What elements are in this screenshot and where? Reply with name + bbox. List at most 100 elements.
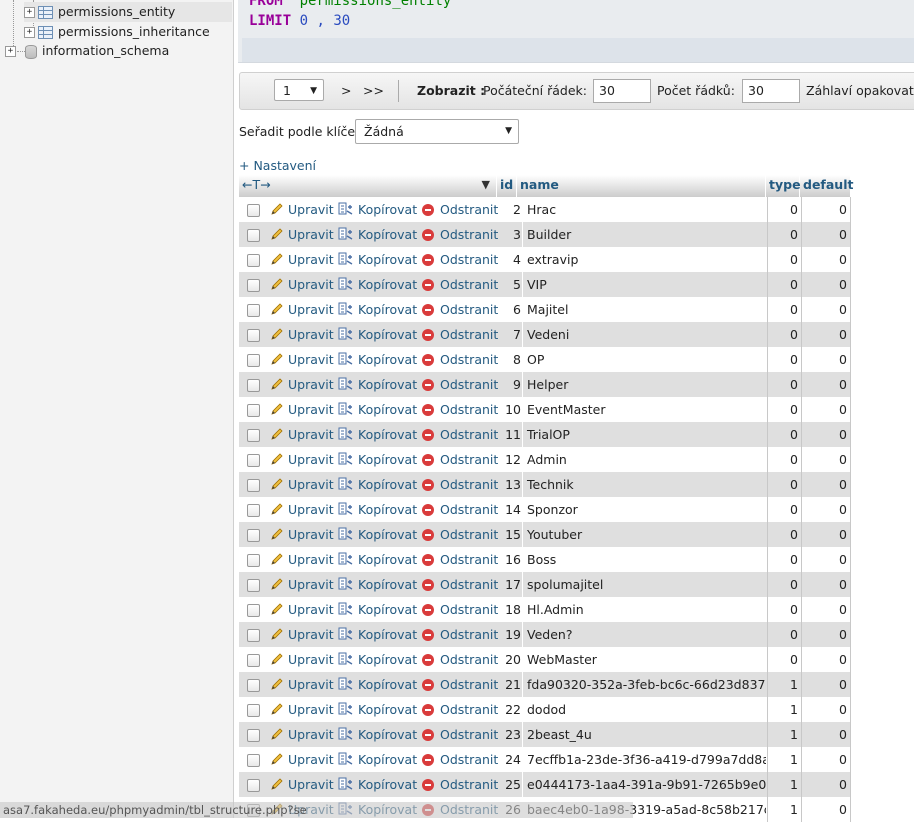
delete-row-link[interactable]: Odstranit [422, 497, 498, 522]
edit-row-link[interactable]: Upravit [270, 497, 334, 522]
cell-name[interactable]: Builder [522, 222, 766, 247]
expand-icon[interactable]: + [24, 27, 35, 38]
copy-row-link[interactable]: Kopírovat [338, 372, 417, 397]
copy-row-link[interactable]: Kopírovat [338, 697, 417, 722]
cell-id[interactable]: 8 [501, 347, 521, 372]
row-checkbox[interactable] [247, 304, 260, 317]
expand-icon[interactable]: + [5, 46, 16, 57]
cell-id[interactable]: 7 [501, 322, 521, 347]
cell-type[interactable]: 0 [767, 222, 801, 247]
row-checkbox[interactable] [247, 279, 260, 292]
cell-default[interactable]: 0 [801, 197, 851, 222]
delete-row-link[interactable]: Odstranit [422, 772, 498, 797]
cell-name[interactable]: Boss [522, 547, 766, 572]
row-checkbox[interactable] [247, 679, 260, 692]
column-header-id[interactable]: id [497, 175, 517, 197]
delete-row-link[interactable]: Odstranit [422, 247, 498, 272]
copy-row-link[interactable]: Kopírovat [338, 397, 417, 422]
cell-type[interactable]: 0 [767, 347, 801, 372]
cell-default[interactable]: 0 [801, 322, 851, 347]
cell-default[interactable]: 0 [801, 622, 851, 647]
row-checkbox[interactable] [247, 504, 260, 517]
row-checkbox[interactable] [247, 204, 260, 217]
cell-type[interactable]: 0 [767, 272, 801, 297]
cell-default[interactable]: 0 [801, 347, 851, 372]
row-checkbox[interactable] [247, 629, 260, 642]
cell-type[interactable]: 1 [767, 672, 801, 697]
copy-row-link[interactable]: Kopírovat [338, 622, 417, 647]
delete-row-link[interactable]: Odstranit [422, 547, 498, 572]
edit-row-link[interactable]: Upravit [270, 597, 334, 622]
copy-row-link[interactable]: Kopírovat [338, 747, 417, 772]
delete-row-link[interactable]: Odstranit [422, 472, 498, 497]
column-arrows-header[interactable]: ←T→ ▼ [239, 175, 497, 197]
cell-id[interactable]: 14 [501, 497, 521, 522]
cell-id[interactable]: 12 [501, 447, 521, 472]
delete-row-link[interactable]: Odstranit [422, 647, 498, 672]
cell-name[interactable]: Veden? [522, 622, 766, 647]
cell-type[interactable]: 0 [767, 522, 801, 547]
delete-row-link[interactable]: Odstranit [422, 322, 498, 347]
settings-link[interactable]: + Nastavení [239, 157, 316, 175]
expand-icon[interactable]: + [24, 7, 35, 18]
delete-row-link[interactable]: Odstranit [422, 622, 498, 647]
cell-name[interactable]: 7ecffb1a-23de-3f36-a419-d799a7dd8a46 [522, 747, 766, 772]
copy-row-link[interactable]: Kopírovat [338, 347, 417, 372]
row-checkbox[interactable] [247, 404, 260, 417]
cell-id[interactable]: 10 [501, 397, 521, 422]
cell-id[interactable]: 2 [501, 197, 521, 222]
cell-type[interactable]: 1 [767, 697, 801, 722]
copy-row-link[interactable]: Kopírovat [338, 547, 417, 572]
cell-name[interactable]: 2beast_4u [522, 722, 766, 747]
cell-default[interactable]: 0 [801, 797, 851, 822]
row-checkbox[interactable] [247, 479, 260, 492]
cell-name[interactable]: OP [522, 347, 766, 372]
edit-row-link[interactable]: Upravit [270, 347, 334, 372]
cell-id[interactable]: 15 [501, 522, 521, 547]
row-checkbox[interactable] [247, 729, 260, 742]
cell-name[interactable]: extravip [522, 247, 766, 272]
delete-row-link[interactable]: Odstranit [422, 272, 498, 297]
cell-id[interactable]: 16 [501, 547, 521, 572]
row-checkbox[interactable] [247, 754, 260, 767]
cell-type[interactable]: 0 [767, 247, 801, 272]
next-page-button[interactable]: > [341, 82, 351, 100]
row-checkbox[interactable] [247, 529, 260, 542]
cell-default[interactable]: 0 [801, 572, 851, 597]
cell-id[interactable]: 21 [501, 672, 521, 697]
cell-default[interactable]: 0 [801, 397, 851, 422]
row-checkbox[interactable] [247, 704, 260, 717]
edit-row-link[interactable]: Upravit [270, 722, 334, 747]
cell-name[interactable]: Admin [522, 447, 766, 472]
cell-id[interactable]: 4 [501, 247, 521, 272]
edit-row-link[interactable]: Upravit [270, 297, 334, 322]
cell-id[interactable]: 25 [501, 772, 521, 797]
row-checkbox[interactable] [247, 229, 260, 242]
row-checkbox[interactable] [247, 429, 260, 442]
copy-row-link[interactable]: Kopírovat [338, 297, 417, 322]
nav-table-permissions-entity[interactable]: + permissions_entity [24, 2, 232, 22]
delete-row-link[interactable]: Odstranit [422, 522, 498, 547]
cell-name[interactable]: Technik [522, 472, 766, 497]
row-checkbox[interactable] [247, 579, 260, 592]
copy-row-link[interactable]: Kopírovat [338, 672, 417, 697]
cell-default[interactable]: 0 [801, 672, 851, 697]
page-select[interactable]: 1 ▼ [274, 79, 324, 101]
edit-row-link[interactable]: Upravit [270, 197, 334, 222]
cell-type[interactable]: 0 [767, 572, 801, 597]
cell-default[interactable]: 0 [801, 297, 851, 322]
delete-row-link[interactable]: Odstranit [422, 697, 498, 722]
edit-row-link[interactable]: Upravit [270, 547, 334, 572]
nav-db-label[interactable]: information_schema [42, 43, 169, 58]
edit-row-link[interactable]: Upravit [270, 772, 334, 797]
cell-id[interactable]: 19 [501, 622, 521, 647]
cell-name[interactable]: Hrac [522, 197, 766, 222]
edit-row-link[interactable]: Upravit [270, 222, 334, 247]
edit-row-link[interactable]: Upravit [270, 672, 334, 697]
cell-id[interactable]: 23 [501, 722, 521, 747]
row-checkbox[interactable] [247, 554, 260, 567]
cell-id[interactable]: 18 [501, 597, 521, 622]
row-count-input[interactable]: 30 [742, 79, 800, 103]
cell-default[interactable]: 0 [801, 472, 851, 497]
edit-row-link[interactable]: Upravit [270, 422, 334, 447]
